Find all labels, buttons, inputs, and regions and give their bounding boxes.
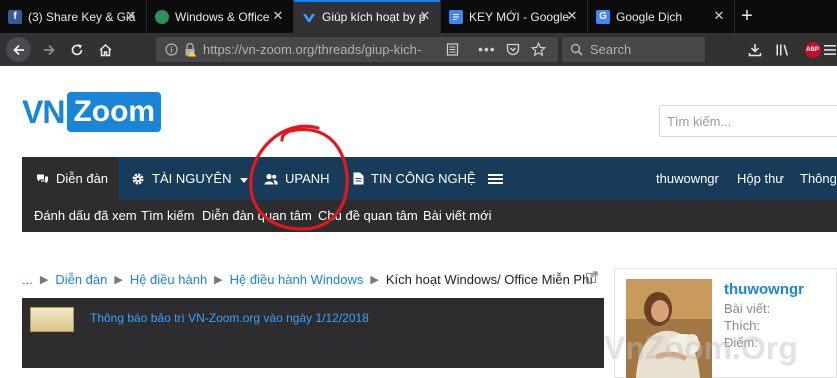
nav-tech-news[interactable]: TIN CÔNG NGHỆ — [353, 157, 476, 200]
site-main-nav: Diễn đàn TÀI NGUYÊN UPANH TIN CÔNG NGHỆ — [22, 157, 837, 200]
chevron-right-icon: ▶ — [370, 273, 379, 286]
nav-tech-news-label: TIN CÔNG NGHỆ — [371, 171, 476, 186]
forward-button[interactable] — [36, 37, 61, 62]
downloads-button[interactable] — [742, 37, 767, 62]
library-button[interactable] — [770, 37, 795, 62]
url-text: https://vn-zoom.org/threads/giup-kich- — [203, 42, 422, 57]
breadcrumb-current: Kích hoạt Windows/ Office Miễn Phí — [385, 271, 593, 287]
maintenance-notice: Thông báo bảo trì VN-Zoom.org vào ngày 1… — [22, 298, 604, 368]
comments-icon — [36, 173, 49, 185]
nav-forum-label: Diễn đàn — [56, 171, 109, 186]
site-search-input[interactable]: Tìm kiếm... — [659, 105, 837, 137]
reload-icon — [71, 43, 82, 55]
tab-windows-office[interactable]: Windows & Office ✕ — [147, 0, 294, 33]
chevron-right-icon: ▶ — [39, 273, 49, 286]
close-icon[interactable]: ✕ — [124, 9, 138, 23]
subnav-watched-forums[interactable]: Diễn đàn quan tâm — [202, 200, 312, 232]
back-button[interactable] — [6, 37, 31, 62]
pocket-icon[interactable] — [506, 43, 520, 61]
new-tab-button[interactable]: + — [736, 4, 758, 28]
screen: f (3) Share Key & Giả ✕ Windows & Office… — [0, 0, 837, 378]
chevron-right-icon: ▶ — [114, 273, 123, 286]
nav-inbox[interactable]: Hộp thư — [737, 157, 784, 200]
breadcrumb-os[interactable]: Hệ điều hành — [130, 272, 207, 287]
reader-view-icon[interactable] — [446, 43, 459, 61]
logo-zoom-text: Zoom — [67, 92, 162, 132]
nav-username-label: thuwowngr — [656, 171, 719, 186]
chevron-right-icon: ▶ — [214, 273, 223, 286]
logo-vn-text: VN — [22, 93, 65, 130]
nav-forum[interactable]: Diễn đàn — [22, 157, 118, 200]
nav-inbox-label: Hộp thư — [737, 171, 785, 186]
user-card-posts-label: Bài viết: — [724, 301, 771, 316]
notice-link[interactable]: Thông báo bảo trì VN-Zoom.org vào ngày 1… — [90, 311, 369, 325]
search-icon — [570, 43, 583, 61]
hamburger-menu-icon — [488, 173, 503, 184]
nav-notifications[interactable]: Thông — [800, 157, 837, 200]
bookmark-star-icon[interactable] — [530, 41, 547, 62]
subnav-search[interactable]: Tìm kiếm — [141, 200, 194, 232]
menu-button[interactable] — [822, 37, 837, 62]
back-arrow-icon — [6, 37, 31, 62]
tab-google-translate[interactable]: G Google Dịch ✕ — [588, 0, 735, 33]
forward-arrow-icon — [43, 44, 55, 55]
hamburger-menu-icon — [823, 44, 836, 55]
users-icon — [264, 173, 278, 185]
share-icon[interactable] — [586, 270, 598, 288]
download-icon — [748, 43, 761, 56]
nav-resources-label: TÀI NGUYÊN — [152, 171, 232, 186]
search-placeholder: Search — [590, 42, 632, 57]
nav-resources[interactable]: TÀI NGUYÊN — [131, 157, 249, 200]
adblock-plus-icon: ABP — [804, 41, 821, 58]
nav-notifications-label: Thông — [800, 171, 837, 186]
search-bar[interactable]: Search — [562, 37, 705, 62]
nav-upanh[interactable]: UPANH — [264, 157, 330, 200]
watermark: VnZoom.Org — [604, 330, 798, 366]
home-icon — [99, 43, 112, 56]
notice-banner-image — [30, 307, 74, 332]
url-bar[interactable]: https://vn-zoom.org/threads/giup-kich- •… — [156, 37, 558, 62]
padlock-warning-icon[interactable] — [183, 42, 197, 62]
google-translate-icon: G — [596, 9, 610, 24]
site-logo[interactable]: VN Zoom — [22, 92, 162, 132]
page-actions-icon[interactable]: ••• — [478, 42, 496, 56]
caret-down-icon — [240, 171, 249, 186]
reload-button[interactable] — [64, 37, 89, 62]
tab-facebook[interactable]: f (3) Share Key & Giả ✕ — [0, 0, 147, 33]
subnav-new-posts[interactable]: Bài viết mới — [423, 200, 492, 232]
breadcrumb-windows[interactable]: Hệ điều hành Windows — [230, 272, 364, 287]
vnzoom-icon — [302, 10, 316, 24]
site-search-placeholder: Tìm kiếm... — [667, 114, 732, 129]
library-icon — [776, 44, 788, 56]
info-icon[interactable] — [165, 43, 178, 61]
document-icon — [353, 172, 364, 185]
close-icon[interactable]: ✕ — [565, 9, 579, 23]
tab-active-thread[interactable]: Giúp kích hoạt by p ✕ — [294, 0, 441, 33]
browser-tab-strip: f (3) Share Key & Giả ✕ Windows & Office… — [0, 0, 837, 33]
nav-username[interactable]: thuwowngr — [656, 157, 719, 200]
gear-icon — [131, 172, 145, 186]
breadcrumb-ellipsis[interactable]: ... — [22, 272, 33, 287]
globe-icon — [155, 9, 169, 24]
nav-more-menu[interactable] — [488, 157, 503, 200]
home-button[interactable] — [93, 37, 118, 62]
subnav-watched-threads[interactable]: Chủ đề quan tâm — [318, 200, 418, 232]
nav-upanh-label: UPANH — [285, 171, 330, 186]
close-icon[interactable]: ✕ — [712, 9, 726, 23]
close-icon[interactable]: ✕ — [418, 9, 432, 23]
tab-google-docs[interactable]: KEY MỚI - Google ✕ — [441, 0, 588, 33]
facebook-icon: f — [8, 9, 22, 24]
user-card-name[interactable]: thuwowngr — [724, 281, 804, 298]
breadcrumb-forum[interactable]: Diễn đàn — [55, 272, 107, 287]
google-docs-icon — [449, 9, 463, 24]
close-icon[interactable]: ✕ — [271, 9, 285, 23]
subnav-mark-read[interactable]: Đánh dấu đã xem — [34, 200, 137, 232]
site-sub-nav: Đánh dấu đã xem Tìm kiếm Diễn đàn quan t… — [22, 200, 837, 232]
breadcrumb: ... ▶ Diễn đàn ▶ Hệ điều hành ▶ Hệ điều … — [22, 270, 593, 288]
browser-nav-bar: https://vn-zoom.org/threads/giup-kich- •… — [0, 33, 837, 66]
